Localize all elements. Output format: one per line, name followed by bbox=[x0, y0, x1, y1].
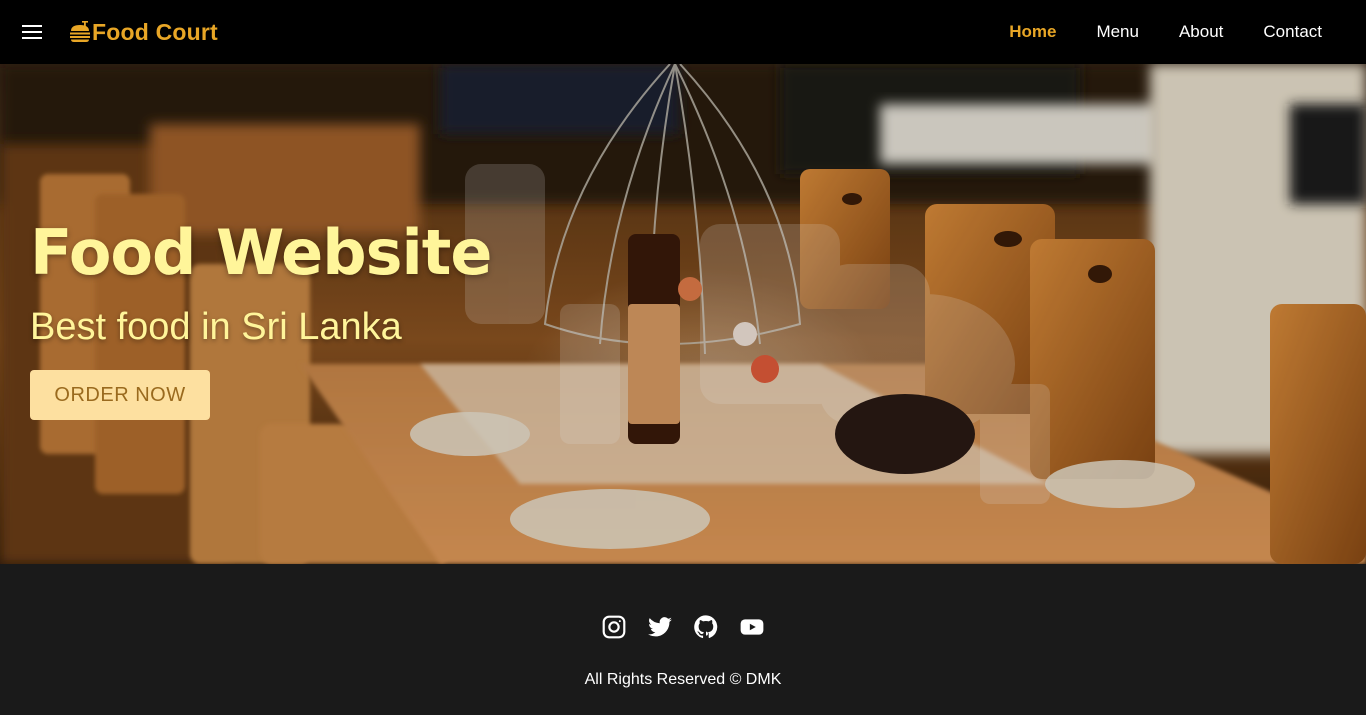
github-icon[interactable] bbox=[693, 614, 719, 640]
twitter-icon[interactable] bbox=[647, 614, 673, 640]
hero-title: Food Website bbox=[30, 216, 492, 289]
hamburger-bar bbox=[22, 31, 42, 33]
order-now-button[interactable]: ORDER NOW bbox=[30, 370, 210, 420]
social-links bbox=[0, 614, 1366, 642]
nav-link-about[interactable]: About bbox=[1179, 22, 1223, 42]
hero-subtitle: Best food in Sri Lanka bbox=[30, 306, 402, 348]
footer: All Rights Reserved © DMK bbox=[0, 564, 1366, 715]
brand-logo-link[interactable]: Food Court bbox=[68, 16, 218, 48]
nav-links: Home Menu About Contact bbox=[969, 0, 1322, 64]
brand-name: Food Court bbox=[92, 18, 218, 45]
instagram-icon[interactable] bbox=[601, 614, 627, 640]
hamburger-bar bbox=[22, 25, 42, 27]
hamburger-bar bbox=[22, 37, 42, 39]
hamburger-menu-icon[interactable] bbox=[22, 25, 42, 39]
copyright-text: All Rights Reserved © DMK bbox=[584, 671, 782, 688]
hero-section: Food Website Best food in Sri Lanka ORDE… bbox=[0, 64, 1366, 564]
navbar: Food Court Home Menu About Contact bbox=[0, 0, 1366, 64]
youtube-icon[interactable] bbox=[739, 614, 765, 640]
nav-link-menu[interactable]: Menu bbox=[1096, 22, 1139, 42]
nav-link-home[interactable]: Home bbox=[1009, 22, 1056, 42]
nav-link-contact[interactable]: Contact bbox=[1263, 22, 1322, 42]
burger-icon bbox=[70, 21, 90, 42]
